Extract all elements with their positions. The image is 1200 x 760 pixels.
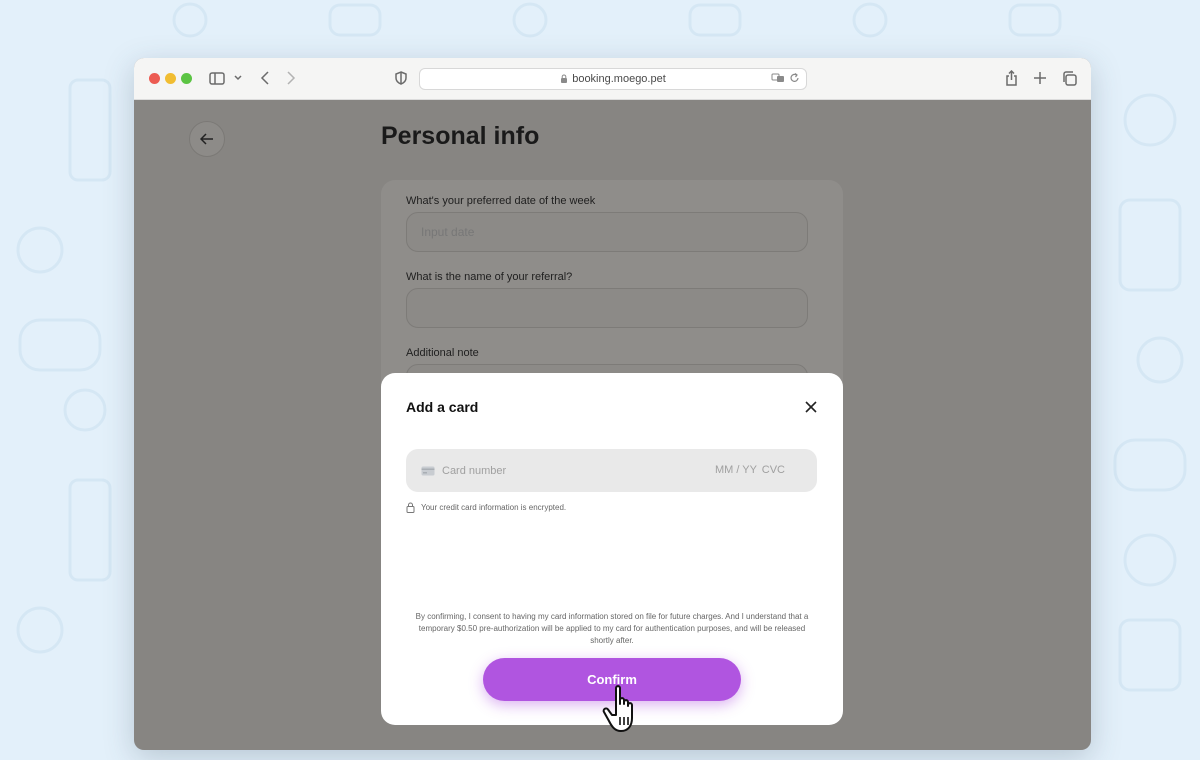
credit-card-icon xyxy=(421,466,435,476)
url-text: booking.moego.pet xyxy=(572,73,666,85)
share-icon[interactable] xyxy=(1004,69,1018,87)
sidebar-toggle-icon[interactable] xyxy=(209,69,225,87)
preferred-date-field[interactable]: Input date xyxy=(406,212,808,252)
pet-pattern-top xyxy=(172,2,1062,38)
reload-icon[interactable] xyxy=(789,72,800,87)
page-title: Personal info xyxy=(381,122,540,150)
back-nav-icon[interactable] xyxy=(258,69,270,87)
forward-nav-icon[interactable] xyxy=(285,69,297,87)
back-button[interactable] xyxy=(189,121,225,157)
close-dialog-button[interactable] xyxy=(803,399,819,415)
preferred-date-placeholder: Input date xyxy=(421,225,475,239)
card-number-placeholder: Card number xyxy=(442,464,507,477)
arrow-left-icon xyxy=(200,133,213,145)
chevron-down-icon[interactable] xyxy=(233,69,243,87)
preferred-date-label: What's your preferred date of the week xyxy=(406,195,596,207)
encryption-note-text: Your credit card information is encrypte… xyxy=(421,503,567,512)
consent-text: By confirming, I consent to having my ca… xyxy=(415,612,809,645)
close-window-button[interactable] xyxy=(149,73,160,84)
cvc-placeholder[interactable]: CVC xyxy=(762,464,785,476)
add-card-dialog: Add a card Card number MM / YY CVC Your … xyxy=(381,373,843,725)
dialog-title: Add a card xyxy=(406,399,479,415)
encryption-note: Your credit card information is encrypte… xyxy=(406,502,566,513)
hand-pointer-cursor-icon xyxy=(602,685,633,732)
tab-overview-icon[interactable] xyxy=(1061,69,1077,87)
privacy-shield-icon[interactable] xyxy=(395,69,407,87)
referral-label: What is the name of your referral? xyxy=(406,271,573,283)
minimize-window-button[interactable] xyxy=(165,73,176,84)
expiry-placeholder[interactable]: MM / YY xyxy=(715,464,757,476)
address-bar[interactable]: booking.moego.pet xyxy=(419,68,807,90)
page-content: Personal info What's your preferred date… xyxy=(134,100,1091,750)
lock-icon xyxy=(406,502,415,513)
pet-pattern-right xyxy=(1113,93,1187,692)
new-tab-icon[interactable] xyxy=(1033,69,1047,87)
referral-field[interactable] xyxy=(406,288,808,328)
close-icon xyxy=(805,401,817,413)
card-details-input[interactable]: Card number MM / YY CVC xyxy=(406,449,817,492)
browser-toolbar: booking.moego.pet xyxy=(134,58,1091,100)
browser-window: booking.moego.pet Personal info What's y… xyxy=(134,58,1091,750)
lock-icon xyxy=(560,74,568,84)
maximize-window-button[interactable] xyxy=(181,73,192,84)
pet-pattern-left xyxy=(16,78,112,654)
additional-note-label: Additional note xyxy=(406,347,479,359)
translate-icon[interactable] xyxy=(771,72,785,87)
